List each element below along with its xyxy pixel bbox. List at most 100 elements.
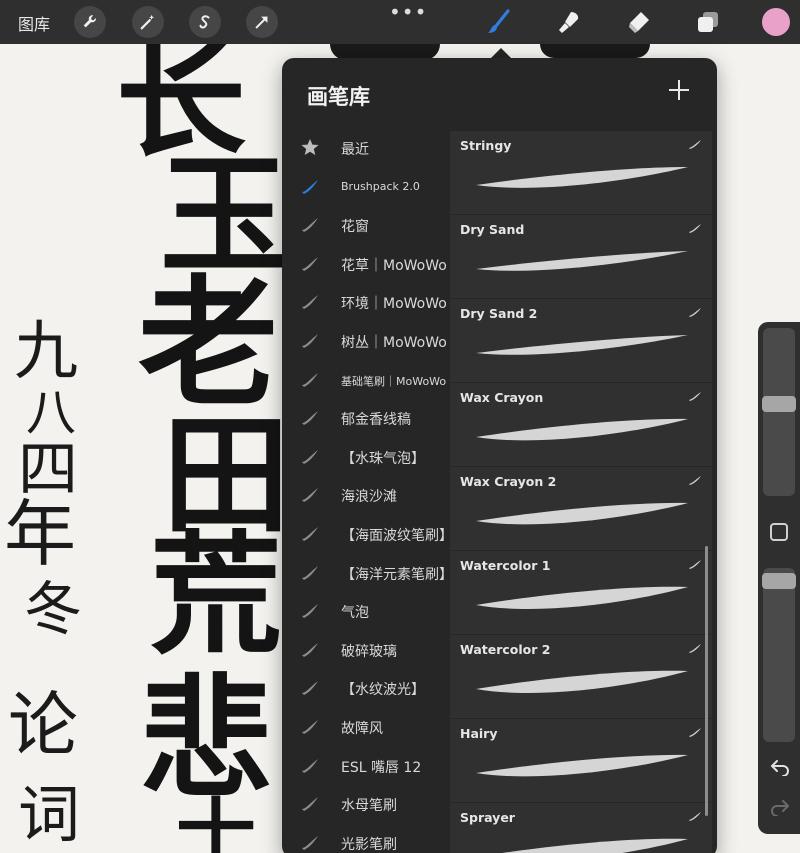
redo-icon[interactable] (769, 798, 791, 816)
brush-stroke-preview (476, 502, 688, 525)
brush-set-label: 破碎玻璃 (341, 643, 397, 660)
brush-set-item[interactable]: 破碎玻璃 (282, 630, 450, 669)
brush-set-icon (302, 604, 318, 619)
brush-stroke-preview (476, 167, 688, 188)
brush-item[interactable]: Wax Crayon 2 (450, 466, 712, 550)
brush-name: Sprayer (460, 810, 515, 825)
actions-button[interactable] (74, 6, 106, 38)
more-menu-icon[interactable]: ••• (389, 0, 427, 24)
brush-set-item[interactable]: 故障风 (282, 707, 450, 746)
brush-set-item[interactable]: 海浪沙滩 (282, 475, 450, 514)
undo-icon[interactable] (769, 758, 791, 776)
brush-name: Dry Sand (460, 222, 525, 237)
brush-type-icon (689, 476, 701, 485)
brush-set-item[interactable]: 树丛｜MoWoWo (282, 321, 450, 360)
panel-title: 画笔库 (307, 85, 370, 109)
top-toolbar: 图库 ••• (0, 0, 800, 44)
color-picker-button[interactable] (762, 8, 790, 36)
calligraphy-char: 八 (26, 384, 76, 442)
brush-tool-button[interactable] (484, 7, 514, 37)
brush-item[interactable]: Stringy (450, 130, 712, 214)
brush-item[interactable]: Dry Sand (450, 214, 712, 298)
brush-size-slider[interactable] (762, 328, 796, 496)
brush-item[interactable]: Sprayer (450, 802, 712, 853)
brush-set-icon (302, 565, 318, 580)
brush-set-icon (302, 179, 318, 194)
brush-set-icon (302, 681, 318, 696)
brush-type-icon (689, 392, 701, 401)
brush-item[interactable]: Dry Sand 2 (450, 298, 712, 382)
transform-button[interactable] (246, 6, 278, 38)
brush-set-item[interactable]: 水母笔刷 (282, 784, 450, 823)
brush-icon (488, 9, 510, 33)
brush-set-item[interactable]: Brushpack 2.0 (282, 167, 450, 206)
brush-name: Wax Crayon (460, 390, 544, 405)
add-brush-set-icon[interactable] (666, 77, 692, 103)
brush-item[interactable]: Watercolor 1 (450, 550, 712, 634)
calligraphy-char: 四 (18, 435, 78, 505)
modify-button[interactable] (770, 523, 788, 541)
brush-type-icon (689, 728, 701, 737)
brush-item[interactable]: Hairy (450, 718, 712, 802)
selection-button[interactable] (189, 6, 221, 38)
brush-size-knob[interactable] (762, 396, 796, 412)
brush-set-item[interactable]: 光影笔刷 (282, 823, 450, 853)
brush-set-item[interactable]: ESL 嘴唇 12 (282, 746, 450, 785)
brush-set-item[interactable]: 郁金香线稿 (282, 398, 450, 437)
calligraphy-char: 年 (4, 492, 77, 576)
magic-wand-icon (140, 14, 155, 30)
brush-set-item[interactable]: 【水纹波光】 (282, 668, 450, 707)
brush-set-icon (302, 835, 318, 850)
brush-set-label: 【海面波纹笔刷】 (341, 527, 453, 544)
brush-set-item[interactable]: 【海洋元素笔刷】 (282, 553, 453, 592)
brush-set-item[interactable]: 气泡 (282, 591, 450, 630)
calligraphy-char: 老 (138, 262, 279, 426)
gallery-button[interactable]: 图库 (18, 11, 50, 35)
brush-stroke-preview (502, 838, 688, 853)
brush-set-icon (302, 295, 318, 310)
brush-set-label: 树丛｜MoWoWo (341, 334, 447, 351)
brush-set-item[interactable]: 花窗 (282, 205, 450, 244)
brush-library-panel: 画笔库 最近 Brushpack 2.0 花窗 花草｜MoWoWo 环境｜MoWoWo 树… (282, 58, 717, 853)
brush-type-icon (689, 308, 701, 317)
brush-set-label: 水母笔刷 (341, 798, 397, 815)
brush-set-icon (302, 218, 318, 233)
brush-set-icon (302, 488, 318, 503)
brush-set-label: 【海洋元素笔刷】 (341, 566, 453, 583)
brush-stroke-preview (476, 754, 688, 777)
brush-name: Wax Crayon 2 (460, 474, 557, 489)
brush-set-label: Brushpack 2.0 (341, 179, 420, 193)
transform-arrow-icon (255, 16, 268, 29)
brush-set-label: ESL 嘴唇 12 (341, 759, 422, 776)
brush-set-label: 郁金香线稿 (341, 412, 411, 429)
brush-item[interactable]: Wax Crayon (450, 382, 712, 466)
eraser-tool-button[interactable] (624, 7, 654, 37)
brush-item[interactable]: Watercolor 2 (450, 634, 712, 718)
brush-set-item[interactable]: 基础笔刷｜MoWoWo (282, 360, 450, 399)
brush-set-icon (302, 256, 318, 271)
brush-set-item[interactable]: 花草｜MoWoWo (282, 244, 450, 283)
brush-type-icon (689, 644, 701, 653)
brush-set-item[interactable]: 最近 (282, 128, 450, 167)
brush-set-item[interactable]: 【水珠气泡】 (282, 437, 450, 476)
brush-set-item[interactable]: 环境｜MoWoWo (282, 282, 450, 321)
wrench-icon (83, 15, 96, 28)
layers-button[interactable] (693, 7, 723, 37)
brush-set-icon (302, 719, 318, 734)
smudge-tool-button[interactable] (555, 7, 585, 37)
calligraphy-char: 悲 (140, 662, 272, 817)
brush-name: Hairy (460, 726, 498, 741)
brush-stroke-preview (476, 418, 688, 441)
brush-stroke-preview (476, 335, 688, 355)
star-icon (301, 139, 319, 155)
scrollbar[interactable] (705, 546, 708, 816)
layers-icon (698, 12, 718, 32)
opacity-knob[interactable] (762, 573, 796, 589)
brush-set-item[interactable]: 【海面波纹笔刷】 (282, 514, 453, 553)
side-toolbar (758, 322, 800, 834)
adjustments-button[interactable] (132, 6, 164, 38)
calligraphy-char: 九 (14, 315, 78, 389)
opacity-slider[interactable] (762, 568, 796, 742)
brush-set-list: 最近 Brushpack 2.0 花窗 花草｜MoWoWo 环境｜MoWoWo 树丛｜Mo… (282, 128, 453, 853)
brush-stroke-preview (476, 670, 688, 693)
